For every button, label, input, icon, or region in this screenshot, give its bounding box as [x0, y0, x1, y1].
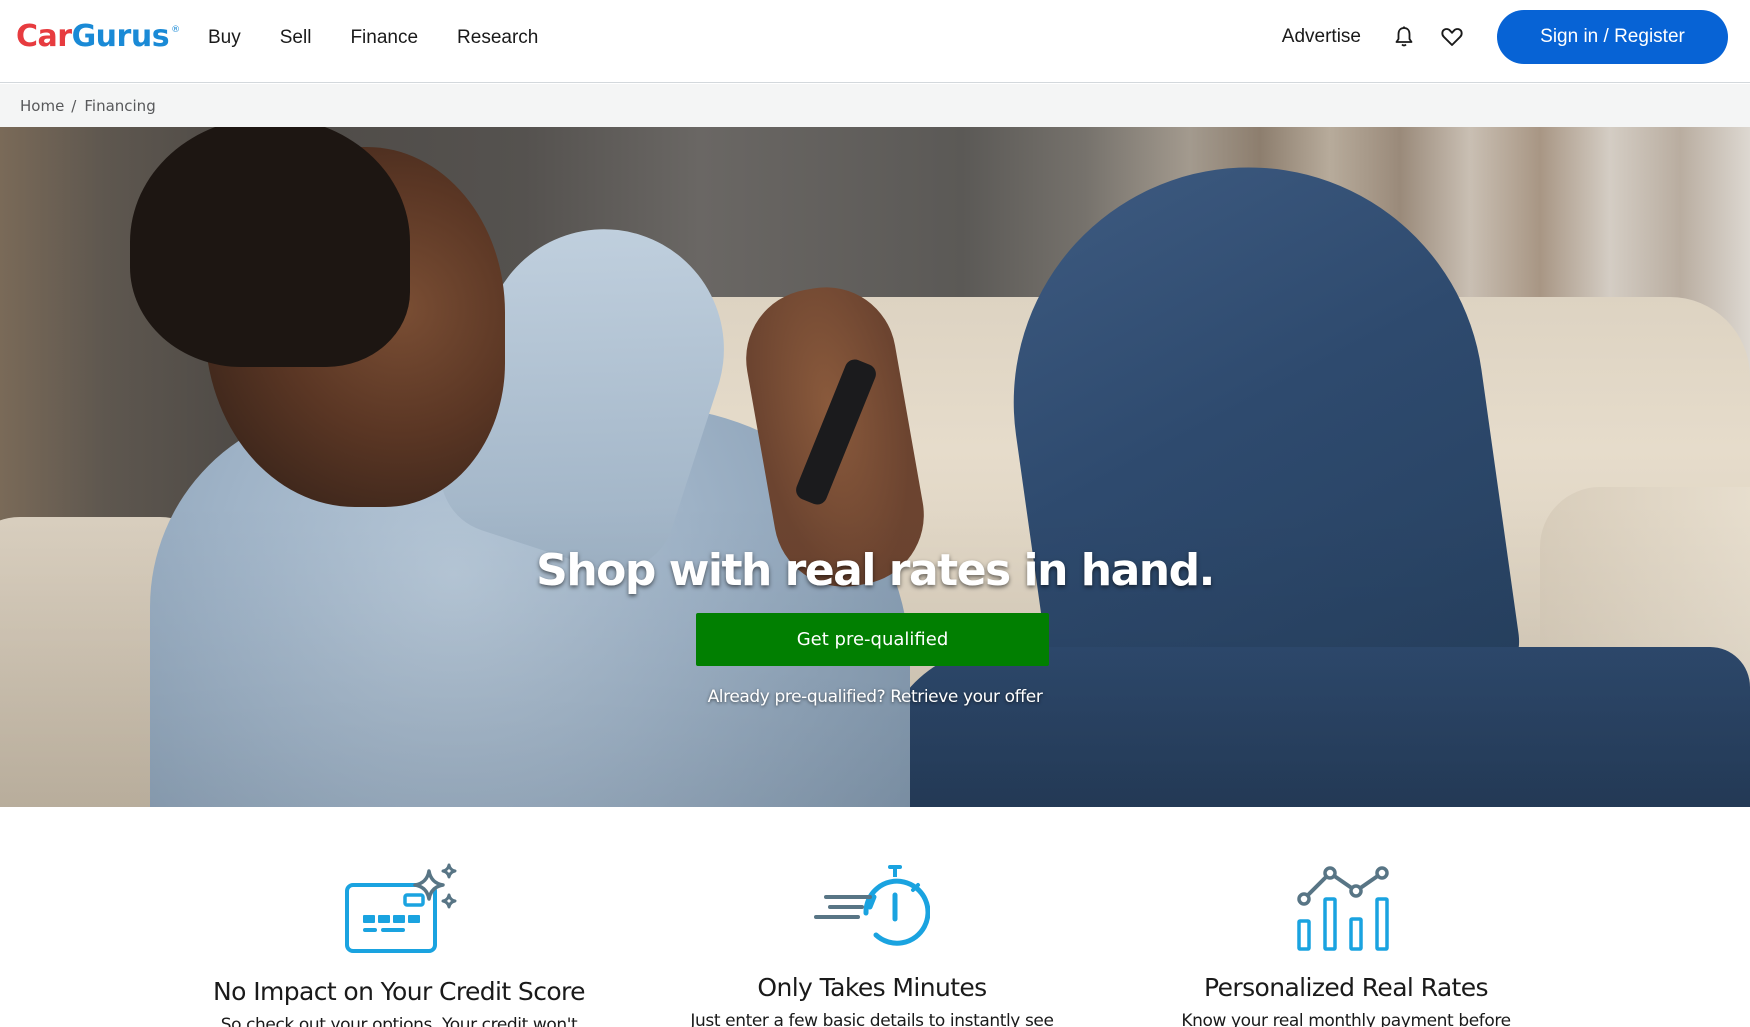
logo-registered-mark: ® [171, 25, 180, 35]
feature-description: Know your real monthly payment before [1181, 1011, 1511, 1027]
features-section: No Impact on Your Credit Score So check … [0, 807, 1750, 1027]
stopwatch-icon [814, 863, 931, 960]
retrieve-offer-link[interactable]: Retrieve your offer [890, 687, 1043, 707]
feature-description: Just enter a few basic details to instan… [690, 1011, 1054, 1027]
bell-icon[interactable] [1391, 24, 1417, 50]
retrieve-offer-text: Already pre-qualified? Retrieve your off… [0, 687, 1750, 707]
breadcrumb: Home / Financing [0, 84, 1750, 127]
site-header: Car Gurus ® Buy Sell Finance Research Adve… [0, 0, 1750, 83]
breadcrumb-separator: / [71, 96, 77, 115]
feature-description: So check out your options. Your credit w… [220, 1015, 578, 1027]
already-prequalified-text: Already pre-qualified? [707, 687, 886, 707]
breadcrumb-current: Financing [84, 96, 156, 115]
nav-sell[interactable]: Sell [280, 27, 312, 49]
logo-gurus-text: Gurus [71, 19, 170, 54]
header-actions: Advertise Sign in / Register [1282, 0, 1728, 74]
hero-content: Shop with real rates in hand. Get pre-qu… [0, 127, 1750, 807]
feature-title: Personalized Real Rates [1204, 973, 1489, 1002]
sign-in-register-button[interactable]: Sign in / Register [1497, 10, 1728, 64]
nav-finance[interactable]: Finance [350, 27, 418, 49]
main-nav: Buy Sell Finance Research [208, 0, 577, 76]
breadcrumb-home[interactable]: Home [20, 97, 64, 115]
feature-title: Only Takes Minutes [757, 973, 987, 1002]
cargurus-logo[interactable]: Car Gurus ® [16, 20, 180, 54]
advertise-link[interactable]: Advertise [1282, 26, 1361, 48]
feature-title: No Impact on Your Credit Score [213, 977, 586, 1006]
hero-headline: Shop with real rates in hand. [536, 545, 1215, 596]
heart-icon[interactable] [1439, 24, 1465, 50]
logo-car-text: Car [16, 19, 72, 54]
hero-banner: Shop with real rates in hand. Get pre-qu… [0, 127, 1750, 807]
get-prequalified-button[interactable]: Get pre-qualified [696, 613, 1049, 666]
nav-buy[interactable]: Buy [208, 27, 241, 49]
nav-research[interactable]: Research [457, 27, 538, 49]
chart-rates-icon [1296, 863, 1396, 960]
credit-card-sparkle-icon [339, 863, 459, 960]
